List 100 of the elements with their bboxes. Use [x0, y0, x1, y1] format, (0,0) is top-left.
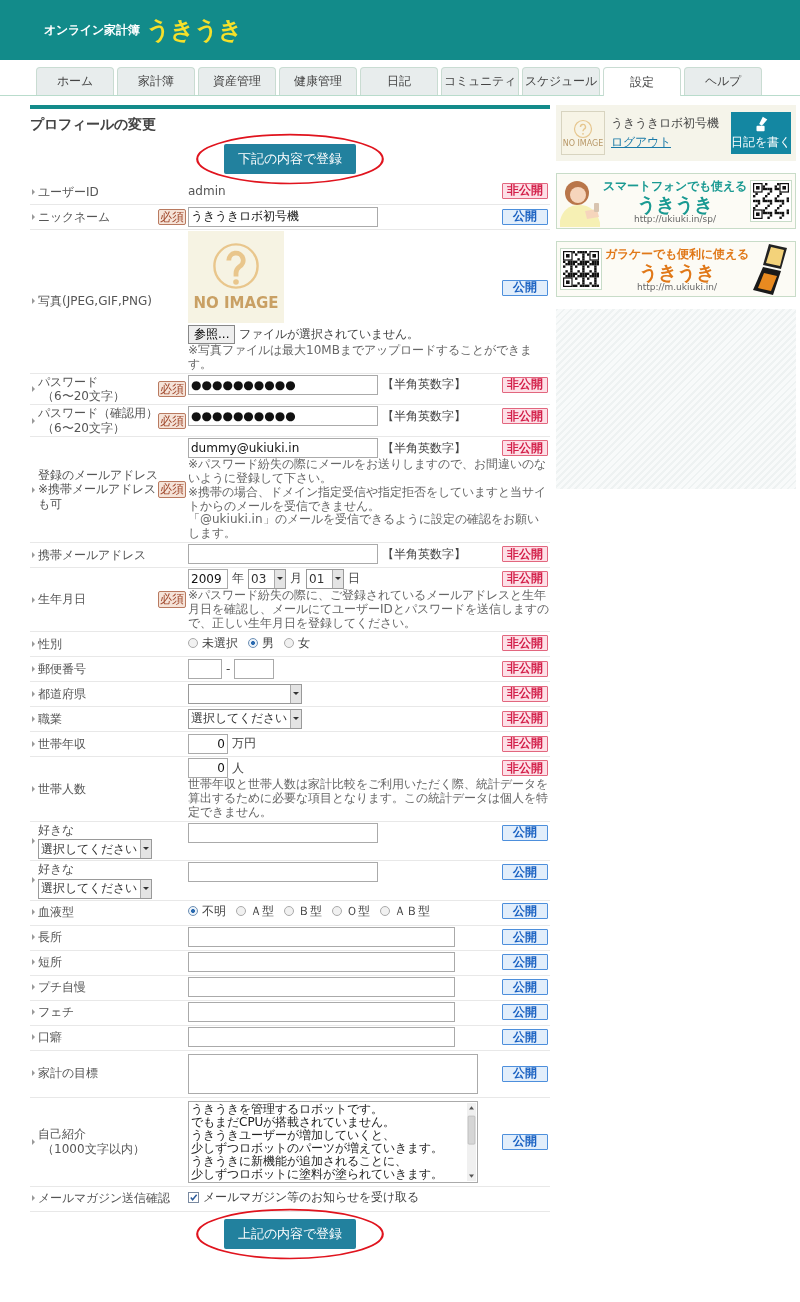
- visibility-button[interactable]: 公開: [502, 929, 548, 945]
- browse-button[interactable]: 参照...: [188, 325, 236, 344]
- input-field[interactable]: [188, 1027, 455, 1047]
- required-badge: 必須: [158, 481, 186, 498]
- zip-field[interactable]: [188, 658, 222, 679]
- dropdown[interactable]: [188, 683, 302, 704]
- field-label: 家計の目標: [38, 1066, 98, 1081]
- visibility-button[interactable]: 公開: [502, 864, 548, 881]
- date-unit: 月: [290, 570, 302, 588]
- write-diary-button[interactable]: 日記を書く: [731, 112, 791, 154]
- visibility-button[interactable]: 非公開: [502, 546, 548, 563]
- day-dropdown[interactable]: 01: [306, 568, 344, 589]
- input-field[interactable]: ●●●●●●●●●●: [188, 406, 378, 427]
- number-field[interactable]: 0: [188, 733, 228, 754]
- visibility-button[interactable]: 非公開: [502, 440, 548, 457]
- help-note: 世帯年収と世帯人数は家計比較をご利用いただく際、統計データを算出するために必要な項目となります。この統計データは個人を特定できません。: [187, 778, 549, 820]
- visibility-button[interactable]: 公開: [502, 903, 548, 920]
- site-tagline: オンライン家計簿: [44, 21, 140, 39]
- logout-link[interactable]: ログアウト: [611, 134, 725, 151]
- nav-tab[interactable]: 設定: [603, 67, 681, 96]
- dropdown[interactable]: 選択してください: [38, 878, 152, 899]
- radio-label: 未選択: [202, 634, 238, 652]
- visibility-button[interactable]: 非公開: [502, 182, 548, 199]
- visibility-button[interactable]: 公開: [502, 954, 548, 970]
- radio-button[interactable]: [248, 638, 258, 649]
- year-field[interactable]: 2009: [188, 568, 228, 589]
- caret-icon: [290, 709, 301, 728]
- field-label: パスワード（確認用） （6〜20文字）: [38, 406, 158, 436]
- nav-tab[interactable]: スケジュール: [522, 67, 600, 95]
- input-field[interactable]: [188, 977, 455, 997]
- question-icon: [573, 118, 593, 139]
- app-banner[interactable]: スマートフォンでも使える うきうき http://ukiuki.in/sp/: [556, 173, 796, 229]
- nav-tab[interactable]: 健康管理: [279, 67, 357, 95]
- input-field[interactable]: [188, 927, 455, 947]
- number-field[interactable]: 0: [188, 758, 228, 779]
- triangle-icon: [32, 214, 35, 220]
- visibility-button[interactable]: 公開: [502, 1065, 548, 1082]
- caret-icon: [140, 840, 151, 859]
- radio-button[interactable]: [236, 906, 246, 917]
- text-area[interactable]: [188, 1053, 478, 1094]
- scrollbar[interactable]: [467, 1102, 476, 1181]
- nav-tab[interactable]: 資産管理: [198, 67, 276, 95]
- triangle-icon: [32, 1138, 35, 1145]
- visibility-button[interactable]: 非公開: [502, 570, 548, 587]
- dropdown[interactable]: 選択してください: [188, 708, 302, 729]
- visibility-button[interactable]: 公開: [502, 1133, 548, 1150]
- input-field[interactable]: うきうきロボ初号機: [188, 206, 378, 227]
- visibility-button[interactable]: 公開: [502, 1004, 548, 1020]
- triangle-icon: [32, 786, 35, 792]
- dropdown[interactable]: 選択してください: [38, 839, 152, 860]
- input-field[interactable]: [188, 1002, 455, 1022]
- visibility-button[interactable]: 公開: [502, 279, 548, 296]
- radio-button[interactable]: [332, 906, 342, 917]
- radio-label: 不明: [202, 902, 226, 920]
- nav-tab[interactable]: 家計簿: [117, 67, 195, 95]
- visibility-button[interactable]: 非公開: [502, 760, 548, 777]
- radio-button[interactable]: [284, 638, 294, 649]
- input-field[interactable]: [188, 862, 378, 883]
- text-area[interactable]: うきうきを管理するロボットです。 でもまだCPUが搭載されていません。 うきうきユーザーが増加していくと、 少しずつロボットのパーツが増えていきます。 うきうきに新機能が追加されることに、 少しずつロボットに塗料が塗られていきます。: [188, 1100, 478, 1183]
- visibility-button[interactable]: 非公開: [502, 735, 548, 752]
- radio-button[interactable]: [188, 906, 198, 917]
- visibility-button[interactable]: 公開: [502, 208, 548, 225]
- nav-tab[interactable]: 日記: [360, 67, 438, 95]
- zip-separator: -: [226, 661, 231, 676]
- visibility-button[interactable]: 公開: [502, 1029, 548, 1045]
- radio-button[interactable]: [284, 906, 294, 917]
- input-field[interactable]: ●●●●●●●●●●: [188, 374, 378, 395]
- visibility-button[interactable]: 非公開: [502, 685, 548, 702]
- app-banner[interactable]: ガラケーでも便利に使える うきうき http://m.ukiuki.in/: [556, 241, 796, 297]
- checkbox[interactable]: [188, 1191, 199, 1203]
- month-dropdown[interactable]: 03: [248, 568, 286, 589]
- field-label: 郵便番号: [38, 662, 86, 677]
- radio-button[interactable]: [380, 906, 390, 917]
- input-hint: 【半角英数字】: [382, 407, 466, 425]
- nav-tab[interactable]: コミュニティ: [441, 67, 519, 95]
- nav-tab[interactable]: ヘルプ: [684, 67, 762, 95]
- visibility-button[interactable]: 非公開: [502, 408, 548, 425]
- radio-button[interactable]: [188, 638, 198, 649]
- input-field[interactable]: [188, 822, 378, 843]
- visibility-button[interactable]: 公開: [502, 824, 548, 841]
- required-badge: 必須: [158, 412, 186, 429]
- triangle-icon: [32, 934, 35, 941]
- visibility-button[interactable]: 公開: [502, 979, 548, 995]
- visibility-button[interactable]: 非公開: [502, 710, 548, 727]
- input-field[interactable]: [188, 544, 378, 565]
- visibility-button[interactable]: 非公開: [502, 635, 548, 652]
- visibility-button[interactable]: 非公開: [502, 376, 548, 393]
- triangle-icon: [32, 959, 35, 966]
- nav-tab[interactable]: ホーム: [36, 67, 114, 95]
- register-button[interactable]: 下記の内容で登録: [224, 144, 356, 174]
- visibility-button[interactable]: 非公開: [502, 660, 548, 677]
- zip-field[interactable]: [234, 658, 275, 679]
- register-button[interactable]: 上記の内容で登録: [224, 1218, 356, 1249]
- no-image-label: NO IMAGE: [193, 294, 279, 312]
- triangle-icon: [32, 984, 35, 991]
- input-field[interactable]: dummy@ukiuki.in: [188, 438, 378, 459]
- input-field[interactable]: [188, 952, 455, 972]
- qr-code-icon: [560, 248, 602, 290]
- required-badge: 必須: [158, 380, 186, 398]
- site-logo[interactable]: うきうき: [146, 14, 242, 46]
